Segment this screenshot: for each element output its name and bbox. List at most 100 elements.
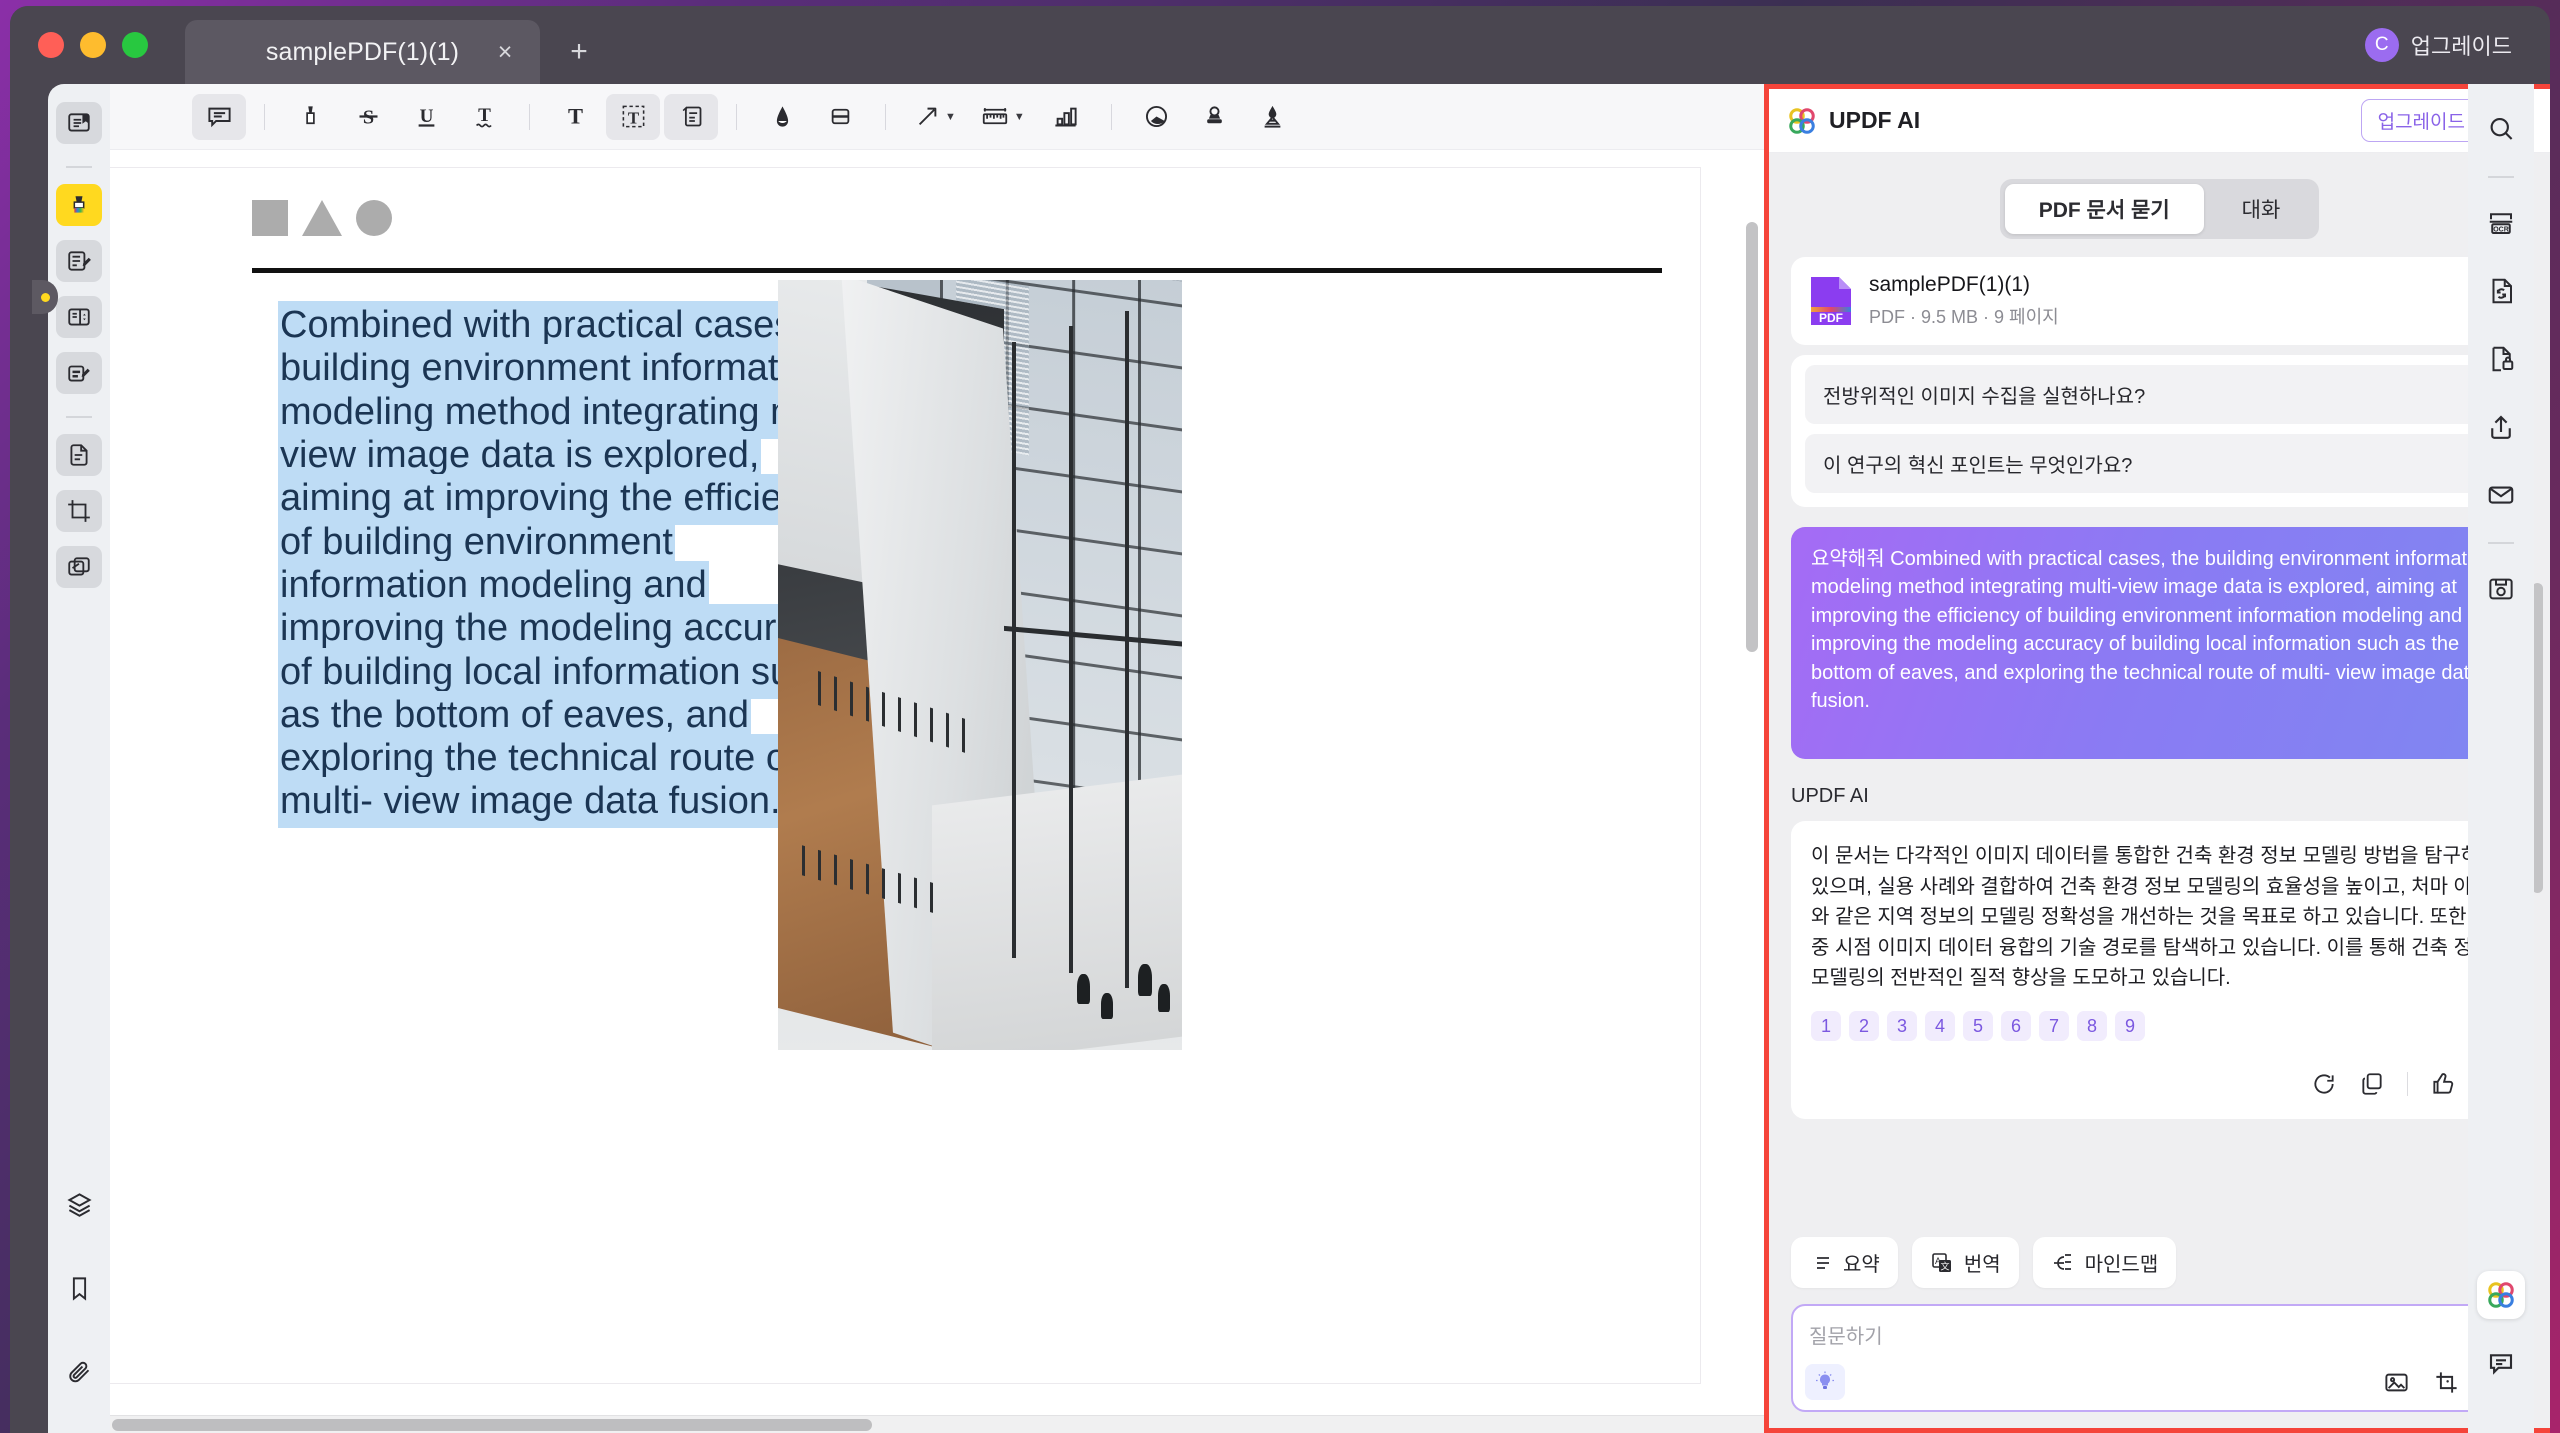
document-vertical-scrollbar[interactable] (1746, 222, 1758, 652)
close-window-button[interactable] (38, 32, 64, 58)
toolbar-sticky-note[interactable] (664, 93, 718, 140)
toolbar-eraser[interactable] (813, 94, 867, 140)
toolbar-signature[interactable] (1246, 94, 1300, 140)
svg-text:U: U (419, 106, 433, 127)
sidebar-item-compare-tool[interactable] (56, 546, 102, 588)
right-item-ocr[interactable]: OCR (2478, 200, 2524, 246)
strikethrough-icon: S (359, 106, 377, 128)
ai-conversation-scroll[interactable]: PDF 문서 묻기 대화 PDF samplePDF(1)(1) PDF · 9… (1769, 153, 2550, 1223)
toolbar-pie-annotation[interactable] (1130, 94, 1184, 140)
signature-icon (1264, 105, 1281, 128)
sidebar-item-highlight-tool[interactable] (56, 184, 102, 226)
sidebar-item-annotate-tool[interactable] (56, 240, 102, 282)
svg-text:T: T (567, 103, 582, 128)
ai-answer-label: UPDF AI (1791, 784, 1869, 807)
quick-action-mindmap[interactable]: 마인드맵 (2032, 1237, 2177, 1288)
tab-chat[interactable]: 대화 (2208, 184, 2315, 234)
right-item-protect[interactable] (2478, 336, 2524, 382)
close-icon[interactable]: × (492, 38, 518, 66)
account-upgrade-button[interactable]: C 업그레이드 (2359, 24, 2526, 66)
attach-image-button[interactable] (2380, 1366, 2412, 1398)
toolbar-highlight[interactable] (283, 94, 337, 140)
document-tab[interactable]: samplePDF(1)(1) × (185, 20, 540, 84)
toolbar-text-box[interactable]: T (606, 93, 660, 140)
page-rule-line (252, 268, 1662, 273)
translate-icon: A 文 (1932, 1252, 1951, 1272)
quick-action-translate[interactable]: A 文 번역 (1911, 1237, 2019, 1288)
right-item-search[interactable] (2478, 106, 2524, 152)
sidebar-item-crop-tool[interactable] (56, 490, 102, 532)
left-sidebar-bottom (48, 1183, 110, 1407)
citation-chip[interactable]: 2 (1849, 1011, 1879, 1042)
citation-chip[interactable]: 1 (1811, 1011, 1841, 1042)
thumbs-up-button[interactable] (2426, 1067, 2460, 1101)
citation-chip[interactable]: 4 (1925, 1011, 1955, 1042)
right-item-convert[interactable] (2478, 268, 2524, 314)
toolbar-divider-4 (885, 103, 886, 130)
sidebar-item-bookmarks[interactable] (56, 1267, 102, 1309)
citation-chip[interactable]: 6 (2001, 1011, 2031, 1042)
toolbar-note-comment[interactable] (192, 93, 246, 140)
comment-icon (207, 107, 231, 128)
sidebar-divider (66, 166, 92, 168)
suggestion-chip-2[interactable]: 이 연구의 혁신 포인트는 무엇인가요? → (1805, 434, 2514, 493)
toolbar-strikethrough[interactable]: S (341, 94, 395, 140)
citation-chip[interactable]: 9 (2115, 1011, 2145, 1042)
citation-chip[interactable]: 3 (1887, 1011, 1917, 1042)
toolbar-squiggly-underline[interactable]: T (457, 94, 511, 140)
citation-chip[interactable]: 8 (2077, 1011, 2107, 1042)
toolbar-chart-annotation[interactable] (1039, 94, 1093, 140)
copy-button[interactable] (2355, 1067, 2389, 1101)
right-item-save[interactable] (2478, 566, 2524, 612)
suggestion-chip-1[interactable]: 전방위적인 이미지 수집을 실현하나요? → (1805, 365, 2514, 424)
image-icon (2384, 1373, 2408, 1391)
toolbar-stamp[interactable] (1188, 94, 1242, 140)
document-horizontal-scrollbar[interactable] (112, 1419, 872, 1431)
quick-action-summarize[interactable]: 요약 (1791, 1237, 1898, 1288)
document-horizontal-scrollbar-track[interactable] (110, 1415, 1764, 1433)
new-tab-button[interactable]: + (562, 36, 596, 70)
right-item-email[interactable] (2478, 472, 2524, 518)
ai-panel-header: UPDF AI 업그레이드 (1769, 89, 2550, 153)
form-icon (68, 308, 90, 326)
sidebar-item-organize-pages[interactable] (56, 434, 102, 476)
sidebar-item-reader-view[interactable] (56, 102, 102, 144)
sidebar-item-layers[interactable] (56, 1183, 102, 1225)
toolbar-arrow-shape[interactable]: ▼ (904, 94, 966, 140)
right-item-feedback[interactable] (2478, 1341, 2524, 1387)
ai-answer-text: 이 문서는 다각적인 이미지 데이터를 통합한 건축 환경 정보 모델링 방법을… (1811, 845, 2498, 989)
toolbar-underline[interactable]: U (399, 94, 453, 140)
toolbar-text-tool[interactable]: T (548, 94, 602, 140)
toolbar-divider-1 (264, 103, 265, 130)
ai-answer-card: 이 문서는 다각적인 이미지 데이터를 통합한 건축 환경 정보 모델링 방법을… (1791, 821, 2528, 1120)
screenshot-button[interactable] (2430, 1366, 2462, 1398)
minimize-window-button[interactable] (80, 32, 106, 58)
document-viewport[interactable]: Combined with practical cases, the build… (110, 150, 1764, 1433)
prompt-suggestions-button[interactable] (1805, 1364, 1845, 1400)
upgrade-label: 업그레이드 (2410, 34, 2512, 59)
regenerate-button[interactable] (2307, 1067, 2341, 1101)
marker-icon (305, 106, 315, 125)
ai-mode-tabs: PDF 문서 묻기 대화 (1791, 179, 2528, 239)
pages-icon (70, 444, 88, 466)
toolbar-pencil[interactable] (755, 94, 809, 140)
chevron-down-icon: ▼ (945, 110, 956, 123)
ai-composer-input[interactable]: 질문하기 (1809, 1320, 2510, 1349)
sidebar-item-attachments[interactable] (56, 1351, 102, 1393)
citation-chip[interactable]: 7 (2039, 1011, 2069, 1042)
right-item-updf-ai[interactable] (2477, 1271, 2525, 1319)
right-item-share[interactable] (2478, 404, 2524, 450)
ai-upgrade-button[interactable]: 업그레이드 (2360, 99, 2482, 142)
toolbar-measure[interactable]: ▼ (970, 94, 1035, 140)
suggestion-text: 전방위적인 이미지 수집을 실현하나요? (1823, 386, 2146, 408)
citation-chip[interactable]: 5 (1963, 1011, 1993, 1042)
right-sidebar-bottom (2468, 1271, 2534, 1409)
ai-composer[interactable]: 질문하기 (1791, 1304, 2528, 1412)
ai-file-card[interactable]: PDF samplePDF(1)(1) PDF · 9.5 MB · 9 페이지 (1791, 257, 2528, 345)
tab-ask-pdf[interactable]: PDF 문서 묻기 (2004, 184, 2204, 234)
sidebar-item-form-tool[interactable] (56, 296, 102, 338)
ruler-icon (982, 108, 1008, 125)
maximize-window-button[interactable] (122, 32, 148, 58)
sidebar-item-edit-pdf-tool[interactable] (56, 352, 102, 394)
square-shape (252, 200, 288, 236)
